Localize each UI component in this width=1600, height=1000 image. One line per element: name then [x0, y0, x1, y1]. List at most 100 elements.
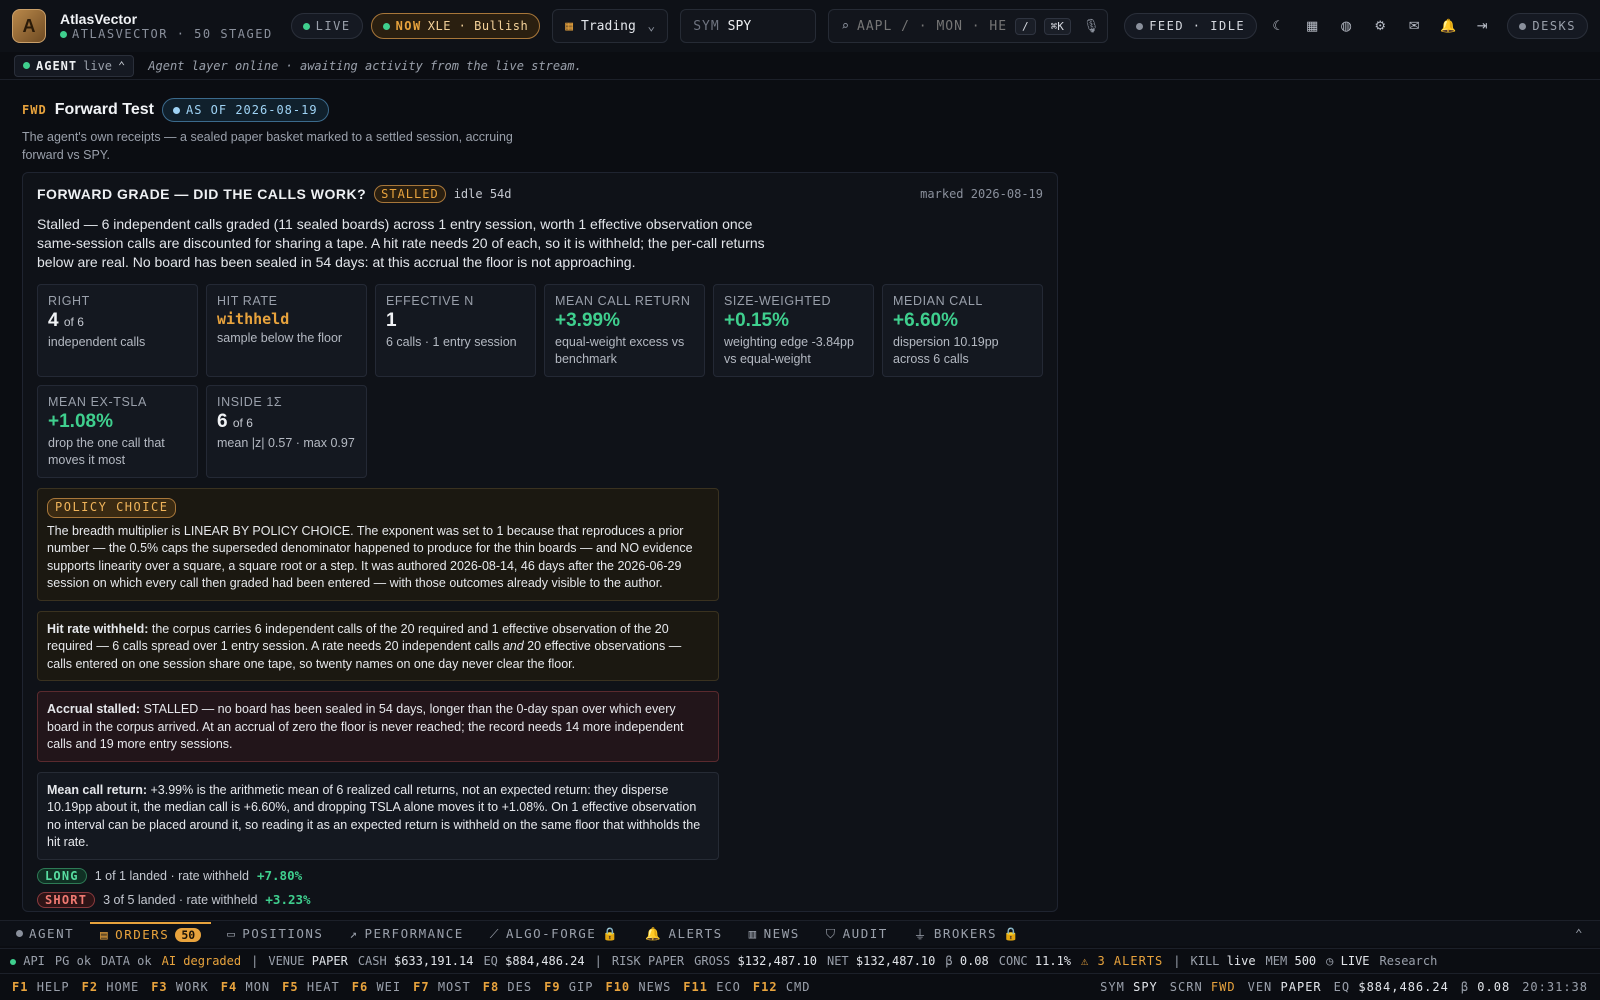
agent-tab-dot [16, 930, 23, 937]
fkey-f12[interactable]: F12 CMD [753, 980, 811, 994]
app-logo[interactable]: A [12, 9, 46, 43]
policy-note: POLICY CHOICE The breadth multiplier is … [37, 488, 719, 601]
briefcase-icon: ▭ [227, 926, 237, 941]
fkey-f10[interactable]: F10 NEWS [605, 980, 671, 994]
live-dot [302, 22, 310, 30]
stat-mean-call-return: MEAN CALL RETURN +3.99% equal-weight exc… [544, 284, 705, 377]
feed-dot [1136, 22, 1144, 30]
document-icon: ▤ [100, 927, 110, 942]
moon-icon[interactable]: ☾ [1265, 13, 1291, 39]
cmdk-key: ⌘K [1043, 17, 1071, 35]
bell-icon[interactable]: 🔔 [1435, 13, 1461, 39]
tab-brokers[interactable]: ⏚ BROKERS 🔒 [904, 922, 1030, 946]
tab-performance[interactable]: ↗ PERFORMANCE [339, 922, 473, 946]
logout-icon[interactable]: ⇥ [1469, 13, 1495, 39]
marked-label: marked 2026-08-19 [920, 187, 1043, 201]
now-pill[interactable]: NOW XLE · Bullish [370, 13, 541, 39]
brand: AtlasVector ATLASVECTOR · 50 STAGED [60, 11, 273, 41]
agent-toggle[interactable]: AGENT live ⌃ [14, 54, 135, 77]
page-tag: FWD [22, 103, 47, 117]
plug-icon: ⏚ [913, 927, 928, 942]
fkey-f7[interactable]: F7 MOST [413, 980, 471, 994]
tab-orders[interactable]: ▤ ORDERS 50 [90, 921, 212, 946]
workspace-select[interactable]: ▦ Trading ⌄ [552, 9, 669, 43]
research-label: Research [1379, 953, 1438, 968]
agent-dot [23, 62, 30, 69]
tab-positions[interactable]: ▭ POSITIONS [217, 922, 333, 946]
audit-icon: ⛉ [825, 925, 837, 941]
inbox-icon[interactable]: ✉ [1401, 13, 1427, 39]
bell-icon: 🔔 [645, 925, 663, 941]
fkey-f2[interactable]: F2 HOME [82, 980, 140, 994]
page-description: The agent's own receipts — a sealed pape… [22, 130, 513, 162]
chevron-down-icon: ⌄ [647, 18, 656, 34]
divider: | [594, 953, 602, 968]
leg-short: SHORT 3 of 5 landed · rate withheld +3.2… [37, 891, 1043, 908]
fkey-f3[interactable]: F3 WORK [151, 980, 209, 994]
grade-summary: Stalled — 6 independent calls graded (11… [37, 216, 765, 270]
search-input[interactable] [857, 18, 1008, 34]
forward-grade-card: FORWARD GRADE — DID THE CALLS WORK? STAL… [22, 172, 1058, 912]
stalled-badge: STALLED [374, 185, 446, 203]
chevron-up-icon: ⌃ [118, 58, 126, 73]
microphone-icon[interactable]: 🎙 [1083, 19, 1100, 34]
top-bar: A AtlasVector ATLASVECTOR · 50 STAGED LI… [0, 0, 1600, 52]
orders-count: 50 [175, 927, 202, 942]
trend-icon: ↗ [349, 926, 359, 941]
fkey-f8[interactable]: F8 DES [483, 980, 532, 994]
stat-mean-ex-tsla: MEAN EX-TSLA +1.08% drop the one call th… [37, 385, 198, 478]
tab-news[interactable]: ▥ NEWS [739, 922, 810, 946]
desks-button[interactable]: DESKS [1507, 13, 1588, 39]
globe-icon[interactable]: ◍ [1333, 13, 1359, 39]
grid-icon[interactable]: ▦ [1299, 13, 1325, 39]
fkey-f5[interactable]: F5 HEAT [282, 980, 340, 994]
data-status: DATA ok [101, 953, 152, 968]
command-search[interactable]: ⌕ / ⌘K 🎙 [828, 9, 1109, 43]
idle-label: idle 54d [453, 187, 512, 201]
feed-status[interactable]: FEED · IDLE [1124, 13, 1258, 39]
mean-return-note: Mean call return: +3.99% is the arithmet… [37, 771, 719, 860]
newspaper-icon: ▥ [748, 926, 758, 941]
gear-icon[interactable]: ⚙ [1367, 13, 1393, 39]
hit-rate-note: Hit rate withheld: the corpus carries 6 … [37, 610, 719, 681]
status-dot [60, 30, 67, 38]
accrual-note: Accrual stalled: STALLED — no board has … [37, 691, 719, 762]
fkey-f4[interactable]: F4 MON [221, 980, 270, 994]
live-pill[interactable]: LIVE [290, 13, 363, 39]
tab-alerts[interactable]: 🔔 ALERTS [635, 922, 732, 946]
fkey-f11[interactable]: F11 ECO [683, 980, 741, 994]
status-bar: API PG ok DATA ok AI degraded | VENUE PA… [0, 948, 1600, 972]
divider: | [251, 953, 259, 968]
card-title: FORWARD GRADE — DID THE CALLS WORK? [37, 186, 367, 202]
slash-key: / [1015, 17, 1036, 35]
agent-message: Agent layer online · awaiting activity f… [148, 58, 582, 73]
stat-right: RIGHT 4 of 6 independent calls [37, 284, 198, 377]
clock: 20:31:38 [1522, 980, 1588, 994]
stat-median-call: MEDIAN CALL +6.60% dispersion 10.19pp ac… [882, 284, 1043, 377]
app-name: AtlasVector [60, 11, 138, 27]
fkey-f9[interactable]: F9 GIP [544, 980, 593, 994]
divider: | [1173, 953, 1181, 968]
symbol-input[interactable]: SYM SPY [680, 9, 817, 43]
tab-agent[interactable]: AGENT [6, 922, 84, 946]
desks-dot [1519, 22, 1527, 30]
stat-size-weighted: SIZE-WEIGHTED +0.15% weighting edge -3.8… [713, 284, 874, 377]
policy-tag: POLICY CHOICE [47, 498, 177, 518]
now-dot [382, 22, 390, 30]
chevron-up-icon[interactable]: ⌃ [1565, 922, 1594, 946]
live-clock: ◷ LIVE [1326, 953, 1370, 968]
asof-badge: AS OF 2026-08-19 [161, 98, 329, 122]
stats-grid: RIGHT 4 of 6 independent calls HIT RATE … [37, 284, 1043, 478]
alerts-count[interactable]: ⚠ 3 ALERTS [1081, 954, 1163, 968]
app-sub: ATLASVECTOR · 50 STAGED [60, 27, 273, 41]
pg-status: PG ok [54, 953, 92, 968]
stat-effective-n: EFFECTIVE N 1 6 calls · 1 entry session [375, 284, 536, 377]
fkey-f1[interactable]: F1 HELP [12, 980, 70, 994]
stat-hit-rate: HIT RATE withheld sample below the floor [206, 284, 367, 377]
page-header: FWD Forward Test AS OF 2026-08-19 The ag… [22, 98, 1058, 164]
tab-audit[interactable]: ⛉ AUDIT [816, 922, 898, 946]
fkey-f6[interactable]: F6 WEI [352, 980, 401, 994]
lock-icon: 🔒 [1003, 925, 1021, 941]
search-icon: ⌕ [841, 18, 850, 34]
tab-algo-forge[interactable]: ⟋ ALGO-FORGE 🔒 [480, 922, 630, 946]
